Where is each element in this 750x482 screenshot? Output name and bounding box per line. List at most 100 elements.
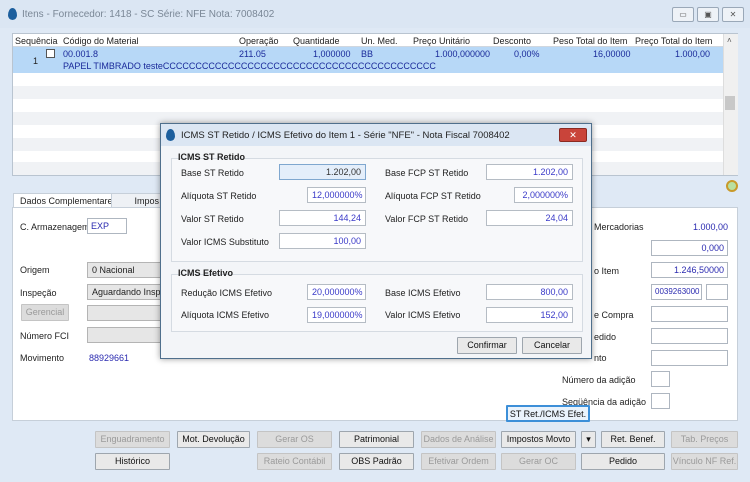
inspecao-label: Inspeção bbox=[20, 288, 57, 298]
item-input[interactable]: 1.246,50000 bbox=[651, 262, 728, 278]
valor-ef-label: Valor ICMS Efetivo bbox=[385, 310, 461, 320]
fci-input[interactable] bbox=[87, 327, 161, 343]
scroll-up-icon[interactable]: ˄ bbox=[727, 36, 732, 45]
tab-impostos[interactable]: Impos bbox=[111, 193, 166, 208]
minimize-button[interactable]: ▭ bbox=[672, 7, 694, 22]
dialog-titlebar: ICMS ST Retido / ICMS Efetivo do Item 1 … bbox=[161, 124, 591, 146]
search-zoom-icon[interactable] bbox=[726, 180, 738, 192]
vi-nculo-nf-ref-button[interactable]: Vínculo NF Ref. bbox=[671, 453, 738, 470]
pedido-input[interactable] bbox=[651, 328, 728, 344]
fcp-base-label: Base FCP ST Retido bbox=[385, 168, 469, 178]
ncm-ext-input[interactable] bbox=[706, 284, 728, 300]
aliq-st-label: Alíquota ST Retido bbox=[181, 191, 257, 201]
valor-ef-input[interactable]: 152,00 bbox=[486, 307, 573, 323]
mercadorias-value: 1.000,00 bbox=[692, 222, 728, 232]
valor-input[interactable]: 0,000 bbox=[651, 240, 728, 256]
histo-rico-button[interactable]: Histórico bbox=[95, 453, 170, 470]
col-preco-unitario[interactable]: Preço Unitário bbox=[413, 36, 470, 46]
col-desconto[interactable]: Desconto bbox=[493, 36, 531, 46]
aliq-st-input[interactable]: 12,000000% bbox=[307, 187, 366, 203]
armazenagem-label: C. Armazenagem bbox=[20, 222, 90, 232]
mercadorias-label: Mercadorias bbox=[594, 222, 644, 232]
col-quantidade[interactable]: Quantidade bbox=[293, 36, 340, 46]
gerencial-button[interactable]: Gerencial bbox=[21, 304, 69, 321]
cancel-button[interactable]: Cancelar bbox=[522, 337, 582, 354]
rateio-conta-bil-button[interactable]: Rateio Contábil bbox=[257, 453, 332, 470]
cell-codigo: 00.001.8 bbox=[63, 49, 99, 59]
gerar-os-button[interactable]: Gerar OS bbox=[257, 431, 332, 448]
armazenagem-input[interactable]: EXP bbox=[87, 218, 127, 234]
dialog-app-icon bbox=[166, 129, 175, 141]
nto-label: nto bbox=[594, 353, 607, 363]
seq-adicao-input[interactable] bbox=[651, 393, 670, 409]
table-row[interactable]: 1 00.001.8 211.05 1,000000 BB 1.000,0000… bbox=[13, 47, 723, 73]
col-peso-total[interactable]: Peso Total do Item bbox=[553, 36, 627, 46]
base-ef-label: Base ICMS Efetivo bbox=[385, 288, 461, 298]
base-st-label: Base ST Retido bbox=[181, 168, 244, 178]
cell-preco-unitario: 1.000,000000 bbox=[435, 49, 491, 59]
fcp-aliq-input[interactable]: 2,000000% bbox=[514, 187, 573, 203]
patrimonial-button[interactable]: Patrimonial bbox=[339, 431, 414, 448]
subst-label: Valor ICMS Substituto bbox=[181, 237, 269, 247]
cell-un: BB bbox=[361, 49, 374, 59]
inspecao-select[interactable]: Aguardando Inspe bbox=[87, 284, 161, 300]
confirm-button[interactable]: Confirmar bbox=[457, 337, 517, 354]
subst-input[interactable]: 100,00 bbox=[279, 233, 366, 249]
st-ret-icms-efet-button[interactable]: ST Ret./ICMS Efet. bbox=[506, 405, 590, 422]
cell-preco-total: 1.000,00 bbox=[675, 49, 711, 59]
tab-prec-os-button[interactable]: Tab. Preços bbox=[671, 431, 738, 448]
obs-padra-o-button[interactable]: OBS Padrão bbox=[339, 453, 414, 470]
compra-input[interactable] bbox=[651, 306, 728, 322]
adicao-input[interactable] bbox=[651, 371, 670, 387]
col-operacao[interactable]: Operação bbox=[239, 36, 279, 46]
cell-descricao: PAPEL TIMBRADO testeCCCCCCCCCCCCCCCCCCCC… bbox=[63, 61, 436, 71]
efetivar-ordem-button[interactable]: Efetivar Ordem bbox=[421, 453, 496, 470]
fcp-valor-label: Valor FCP ST Retido bbox=[385, 214, 469, 224]
row-checkbox[interactable] bbox=[46, 49, 55, 58]
ncm-input[interactable]: 0039263000 bbox=[651, 284, 702, 300]
cell-quantidade: 1,000000 bbox=[313, 49, 351, 59]
dialog-close-button[interactable]: ✕ bbox=[559, 128, 587, 142]
dados-de-ana-lise-button[interactable]: Dados de Análise bbox=[421, 431, 496, 448]
ret-benef-button[interactable]: Ret. Benef. bbox=[601, 431, 665, 448]
col-sequencia[interactable]: Sequência bbox=[15, 36, 58, 46]
valor-st-input[interactable]: 144,24 bbox=[279, 210, 366, 226]
nto-input[interactable] bbox=[651, 350, 728, 366]
base-st-input[interactable]: 1.202,00 bbox=[279, 164, 366, 180]
gerencial-field[interactable] bbox=[87, 305, 161, 321]
gerar-oc-button[interactable]: Gerar OC bbox=[501, 453, 576, 470]
red-input[interactable]: 20,000000% bbox=[307, 284, 366, 300]
grid-header: Sequência Código do Material Operação Qu… bbox=[13, 34, 723, 47]
impostos-movto-button[interactable]: Impostos Movto bbox=[501, 431, 576, 448]
close-button[interactable]: ✕ bbox=[722, 7, 744, 22]
fci-label: Número FCI bbox=[20, 331, 70, 341]
aliq-ef-label: Alíquota ICMS Efetivo bbox=[181, 310, 270, 320]
maximize-button[interactable]: ▣ bbox=[697, 7, 719, 22]
fcp-base-input[interactable]: 1.202,00 bbox=[486, 164, 573, 180]
col-preco-total[interactable]: Preço Total do Item bbox=[635, 36, 712, 46]
enguadramento-button[interactable]: Enguadramento bbox=[95, 431, 170, 448]
impostos-dropdown-button[interactable]: ▾ bbox=[581, 431, 596, 448]
window-titlebar: Itens - Fornecedor: 1418 - SC Série: NFE… bbox=[0, 0, 750, 28]
movimento-label: Movimento bbox=[20, 353, 65, 363]
dialog-title: ICMS ST Retido / ICMS Efetivo do Item 1 … bbox=[181, 130, 510, 141]
red-label: Redução ICMS Efetivo bbox=[181, 288, 273, 298]
mot-devoluc-a-o-button[interactable]: Mot. Devolução bbox=[177, 431, 250, 448]
icms-st-title: ICMS ST Retido bbox=[178, 152, 245, 162]
scroll-thumb[interactable] bbox=[725, 96, 735, 110]
pedido-label: edido bbox=[594, 332, 617, 342]
valor-st-label: Valor ST Retido bbox=[181, 214, 244, 224]
adicao-label: Número da adição bbox=[562, 375, 636, 385]
origem-select[interactable]: 0 Nacional bbox=[87, 262, 161, 278]
fcp-aliq-label: Alíquota FCP ST Retido bbox=[385, 191, 481, 201]
origem-label: Origem bbox=[20, 265, 50, 275]
aliq-ef-input[interactable]: 19,000000% bbox=[307, 307, 366, 323]
pedido-button[interactable]: Pedido bbox=[581, 453, 665, 470]
base-ef-input[interactable]: 800,00 bbox=[486, 284, 573, 300]
fcp-valor-input[interactable]: 24,04 bbox=[486, 210, 573, 226]
empty-row bbox=[13, 86, 723, 99]
item-label: o Item bbox=[594, 266, 620, 276]
col-un-med[interactable]: Un. Med. bbox=[361, 36, 398, 46]
col-codigo[interactable]: Código do Material bbox=[63, 36, 139, 46]
icms-efetivo-title: ICMS Efetivo bbox=[178, 268, 234, 278]
